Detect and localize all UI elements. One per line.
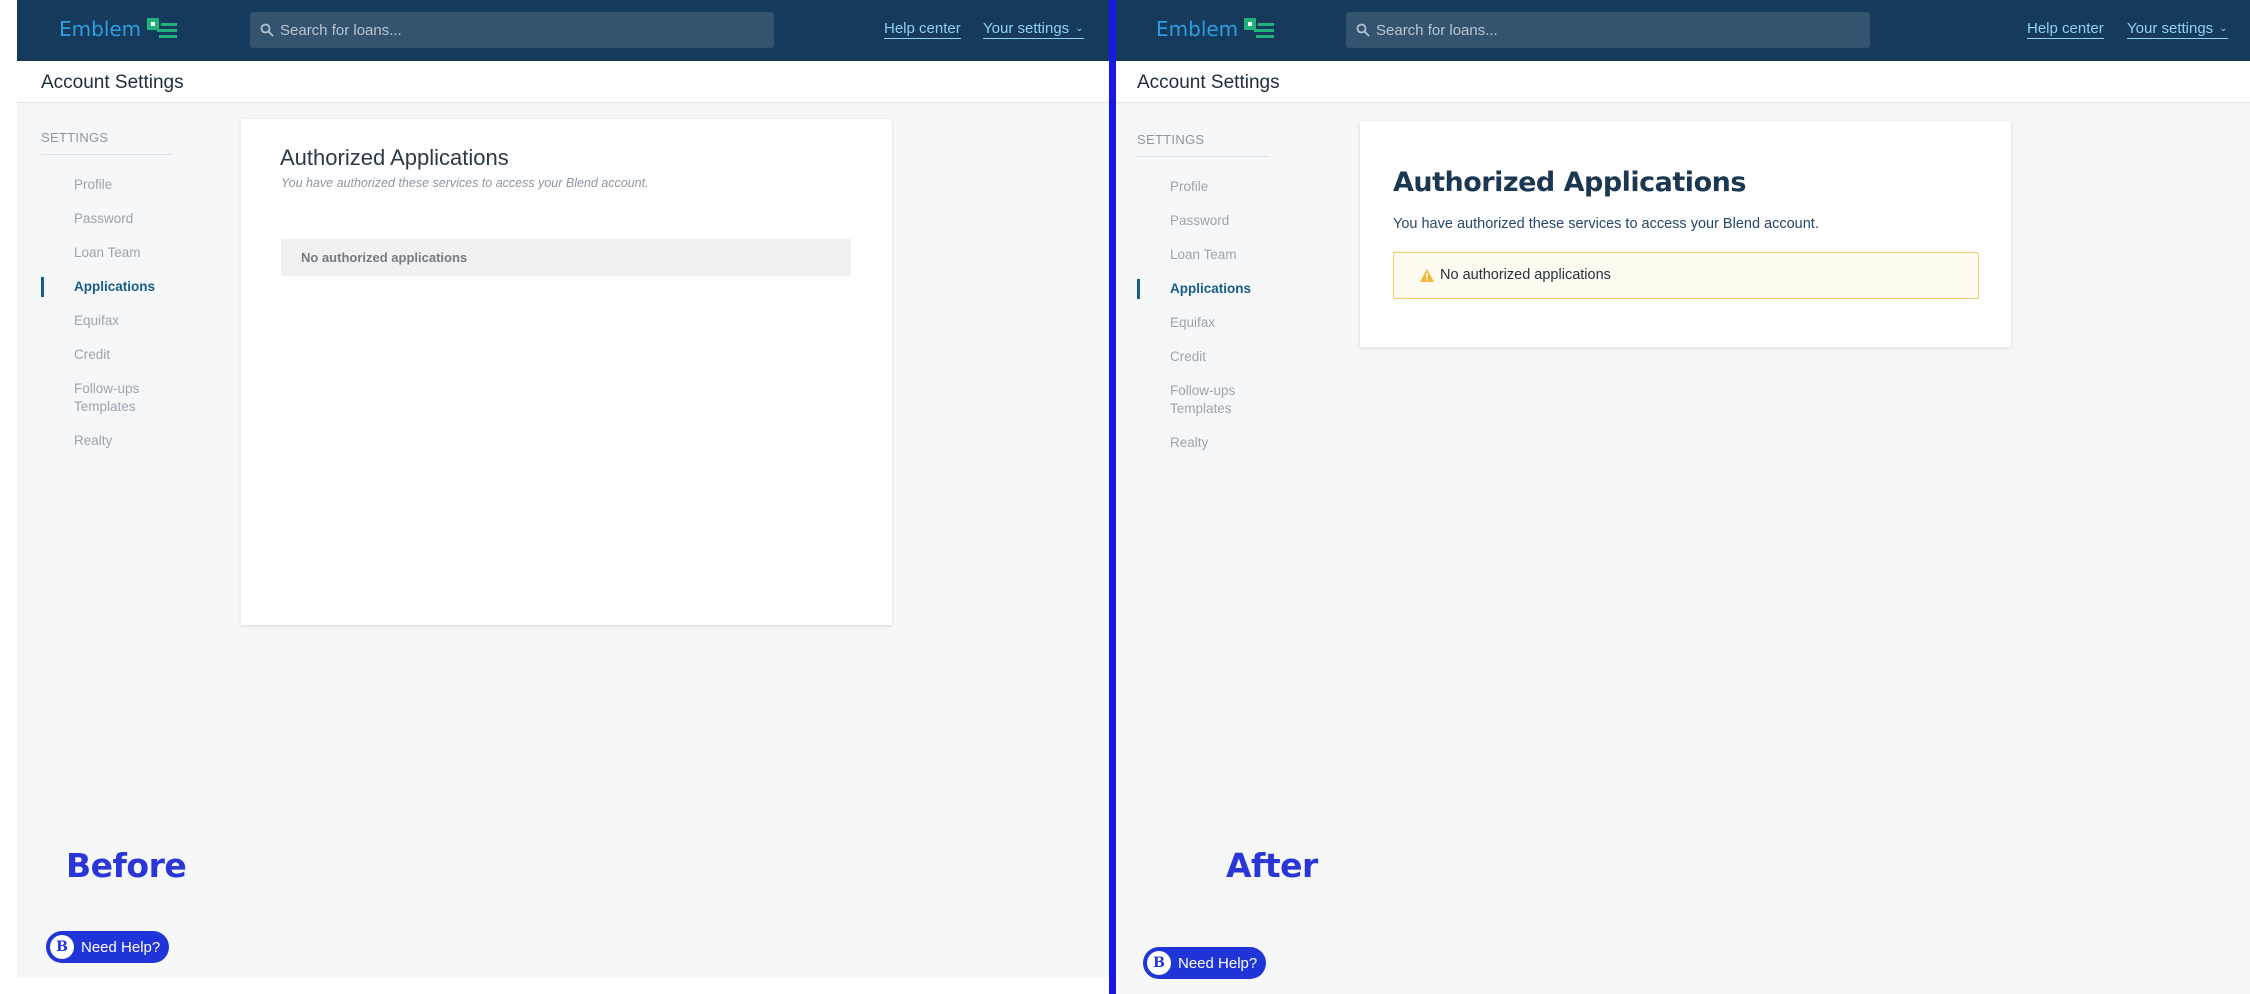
search-icon	[1356, 23, 1370, 37]
chevron-down-icon: ⌄	[2219, 23, 2228, 34]
before-caption: Before	[66, 846, 187, 885]
sidebar-item-password[interactable]: Password	[74, 210, 133, 228]
card-subtitle: You have authorized these services to ac…	[281, 176, 649, 190]
sidebar-item-loan-team[interactable]: Loan Team	[74, 244, 141, 262]
sidebar-heading: SETTINGS	[1137, 132, 1205, 147]
page-header: Account Settings	[1116, 61, 2250, 103]
need-help-button[interactable]: B Need Help?	[1143, 947, 1267, 979]
sidebar-item-follow-ups-templates[interactable]: Follow-ups Templates	[74, 380, 174, 416]
need-help-button[interactable]: B Need Help?	[46, 931, 170, 963]
search-icon	[260, 23, 274, 37]
empty-state-message: No authorized applications	[301, 250, 468, 265]
emblem-logo-icon	[1244, 18, 1275, 40]
loan-search-input[interactable]: Search for loans...	[250, 12, 774, 48]
sidebar-item-profile[interactable]: Profile	[74, 176, 112, 194]
need-help-label: Need Help?	[81, 938, 161, 956]
page-title: Account Settings	[1137, 72, 1280, 93]
after-caption: After	[1226, 846, 1318, 885]
help-center-label: Help center	[2027, 20, 2104, 37]
empty-state-banner: No authorized applications	[281, 239, 851, 276]
empty-state-alert: No authorized applications	[1393, 252, 1979, 299]
card-subtitle: You have authorized these services to ac…	[1393, 216, 1819, 232]
your-settings-label: Your settings	[2127, 20, 2214, 37]
your-settings-label: Your settings	[983, 20, 1070, 37]
sidebar-item-realty[interactable]: Realty	[1170, 434, 1208, 452]
blend-badge-icon: B	[1147, 951, 1171, 975]
active-item-indicator	[1137, 279, 1140, 299]
active-item-indicator	[41, 277, 44, 297]
your-settings-menu[interactable]: Your settings ⌄	[983, 20, 1084, 39]
top-navigation-bar: Emblem Search for loans... Help center Y…	[17, 0, 1109, 61]
comparison-stage: Emblem Search for loans... Help center Y…	[0, 0, 2250, 994]
help-center-link[interactable]: Help center	[2027, 20, 2104, 39]
your-settings-menu[interactable]: Your settings ⌄	[2127, 20, 2228, 39]
empty-state-message: No authorized applications	[1440, 267, 1611, 283]
search-placeholder: Search for loans...	[280, 21, 402, 39]
brand-logo[interactable]: Emblem	[1156, 17, 1275, 41]
brand-logo[interactable]: Emblem	[59, 17, 178, 41]
card-title: Authorized Applications	[280, 145, 509, 170]
sidebar-item-follow-ups-templates[interactable]: Follow-ups Templates	[1170, 382, 1270, 418]
sidebar-item-applications[interactable]: Applications	[74, 278, 155, 296]
search-placeholder: Search for loans...	[1376, 21, 1498, 39]
sidebar-item-credit[interactable]: Credit	[1170, 348, 1206, 366]
brand-name: Emblem	[1156, 17, 1239, 41]
sidebar-item-equifax[interactable]: Equifax	[1170, 314, 1215, 332]
sidebar-item-credit[interactable]: Credit	[74, 346, 110, 364]
sidebar-divider	[1137, 156, 1269, 157]
emblem-logo-icon	[147, 18, 178, 40]
sidebar-item-loan-team[interactable]: Loan Team	[1170, 246, 1237, 264]
sidebar-item-realty[interactable]: Realty	[74, 432, 112, 450]
blend-badge-icon: B	[50, 935, 74, 959]
sidebar-item-equifax[interactable]: Equifax	[74, 312, 119, 330]
sidebar-item-profile[interactable]: Profile	[1170, 178, 1208, 196]
page-header: Account Settings	[17, 61, 1109, 103]
sidebar-heading: SETTINGS	[41, 130, 109, 145]
need-help-label: Need Help?	[1178, 954, 1258, 972]
top-navigation-bar: Emblem Search for loans... Help center Y…	[1116, 0, 2250, 61]
panel-divider	[1109, 0, 1116, 994]
help-center-link[interactable]: Help center	[884, 20, 961, 39]
authorized-applications-card: Authorized Applications You have authori…	[241, 119, 892, 625]
page-title: Account Settings	[41, 72, 184, 93]
help-center-label: Help center	[884, 20, 961, 37]
brand-name: Emblem	[59, 17, 142, 41]
loan-search-input[interactable]: Search for loans...	[1346, 12, 1870, 48]
before-panel: Emblem Search for loans... Help center Y…	[17, 0, 1109, 977]
chevron-down-icon: ⌄	[1075, 23, 1084, 34]
card-title: Authorized Applications	[1393, 167, 1746, 198]
authorized-applications-card: Authorized Applications You have authori…	[1360, 121, 2011, 347]
sidebar-divider	[41, 154, 173, 155]
after-panel: Emblem Search for loans... Help center Y…	[1116, 0, 2250, 994]
warning-icon	[1420, 269, 1434, 282]
sidebar-item-password[interactable]: Password	[1170, 212, 1229, 230]
sidebar-item-applications[interactable]: Applications	[1170, 280, 1251, 298]
